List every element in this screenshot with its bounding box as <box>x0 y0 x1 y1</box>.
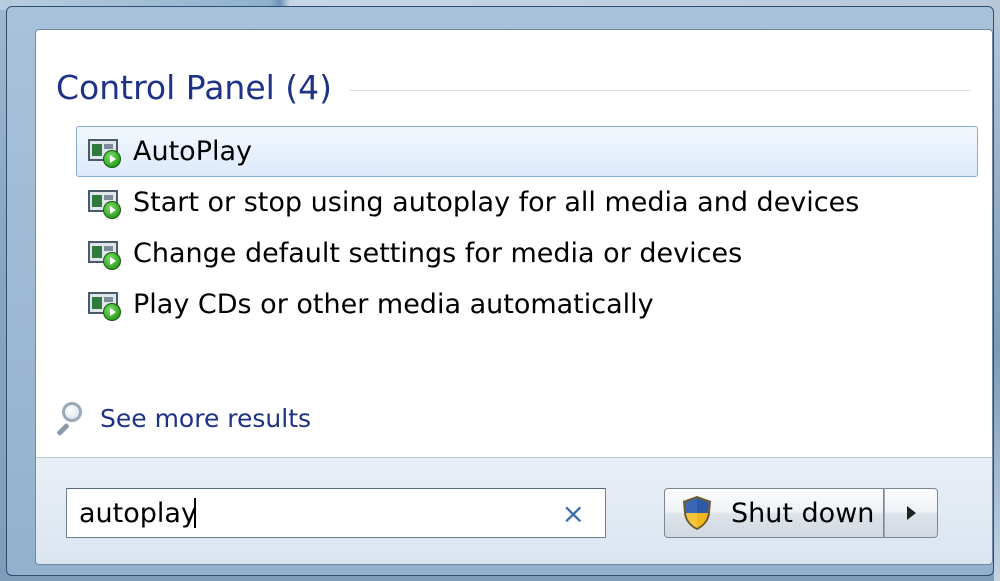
text-caret <box>194 498 196 528</box>
autoplay-icon <box>87 186 123 220</box>
shut-down-label: Shut down <box>731 497 875 529</box>
search-results-pane: Control Panel (4) AutoPlay Start or stop… <box>35 29 993 457</box>
autoplay-icon <box>87 237 123 271</box>
result-label: AutoPlay <box>133 136 252 167</box>
see-more-label: See more results <box>100 403 312 433</box>
result-item-change-default-settings[interactable]: Change default settings for media or dev… <box>76 228 978 279</box>
magnifier-icon <box>52 400 88 437</box>
autoplay-icon <box>87 135 123 169</box>
see-more-results-link[interactable]: See more results <box>52 400 312 437</box>
start-menu-bottom-bar: × Shut down <box>35 457 993 565</box>
autoplay-icon <box>87 288 123 322</box>
result-label: Play CDs or other media automatically <box>133 289 654 320</box>
result-item-play-cds[interactable]: Play CDs or other media automatically <box>76 279 978 330</box>
shutdown-options-button[interactable] <box>884 488 938 538</box>
shut-down-button[interactable]: Shut down <box>664 488 884 538</box>
result-item-start-stop-autoplay[interactable]: Start or stop using autoplay for all med… <box>76 177 978 228</box>
result-item-autoplay[interactable]: AutoPlay <box>76 126 978 177</box>
window-edge <box>994 0 1000 581</box>
result-label: Start or stop using autoplay for all med… <box>133 187 860 218</box>
result-list: AutoPlay Start or stop using autoplay fo… <box>76 126 978 330</box>
group-divider <box>350 90 971 91</box>
clear-search-icon[interactable]: × <box>562 497 585 531</box>
search-box[interactable]: × <box>66 488 606 538</box>
search-input[interactable] <box>67 491 549 535</box>
start-menu: Control Panel (4) AutoPlay Start or stop… <box>6 6 994 576</box>
group-title[interactable]: Control Panel (4) <box>56 68 332 107</box>
arrow-right-icon <box>906 506 916 520</box>
results-group-header: Control Panel (4) <box>56 68 971 107</box>
shutdown-button-group: Shut down <box>664 488 938 538</box>
result-label: Change default settings for media or dev… <box>133 238 743 269</box>
uac-shield-icon <box>681 495 713 531</box>
